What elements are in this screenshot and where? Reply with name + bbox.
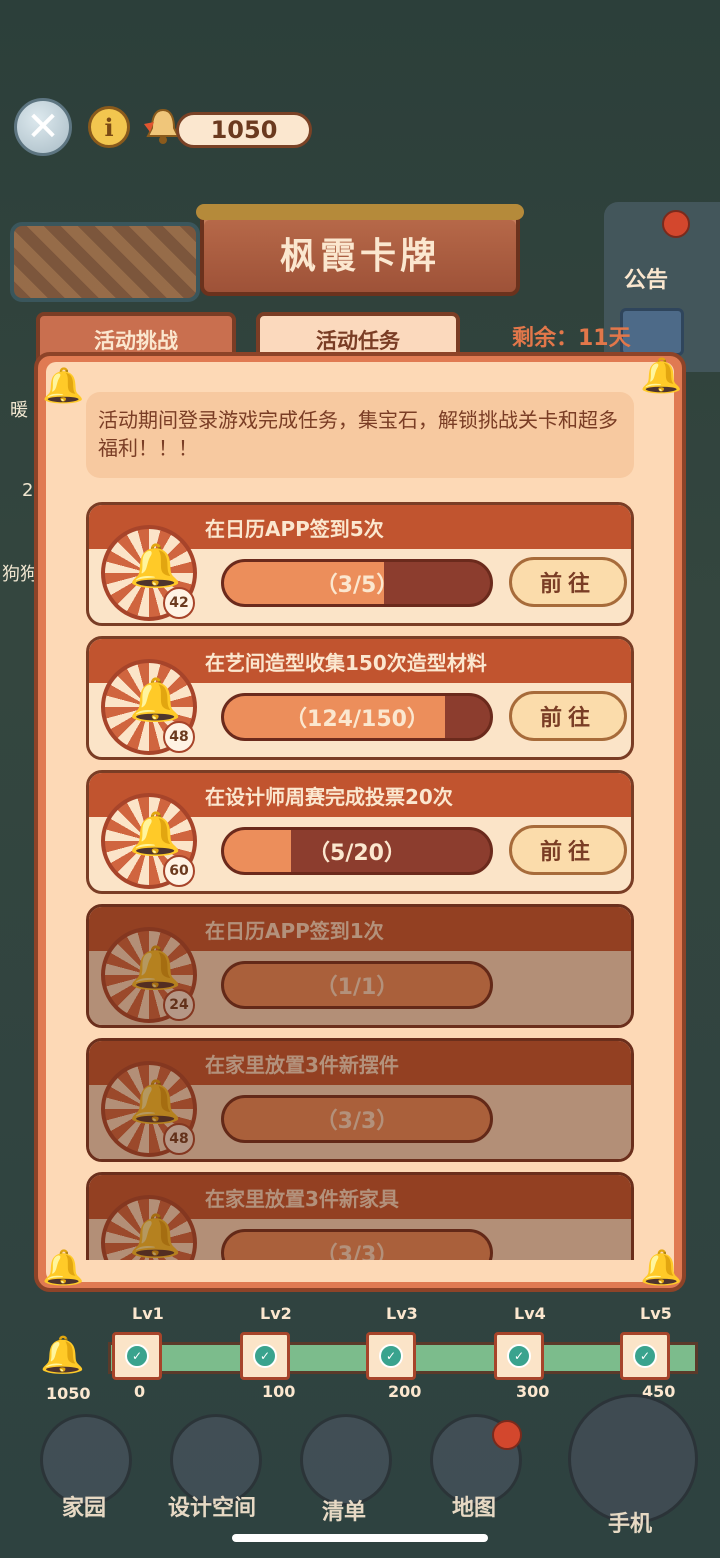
task-card: 在家里放置3件新家具 🔔 （3/3） <box>86 1172 634 1260</box>
home-indicator <box>232 1534 488 1542</box>
nav-home[interactable]: 家园 <box>62 1490 106 1522</box>
close-button[interactable]: ✕ <box>14 98 72 156</box>
close-icon: ✕ <box>26 104 60 150</box>
reward-count: 60 <box>163 855 195 887</box>
side-label-3: 狗狗 <box>2 564 38 585</box>
bell-corner-icon: 🔔 <box>640 356 683 396</box>
task-list[interactable]: 在日历APP签到5次 🔔 42 （3/5） 前往 在艺间造型收集150次造型材料… <box>46 494 674 1260</box>
progress-text: （3/5） <box>315 573 399 598</box>
task-progress-bar: （124/150） <box>221 693 493 741</box>
coin-counter: 1050 <box>176 112 312 148</box>
side-label-1: 暖 <box>10 400 28 421</box>
title-decoration <box>196 204 524 220</box>
info-icon: i <box>104 112 114 142</box>
check-icon: ✓ <box>253 1344 277 1368</box>
check-icon: ✓ <box>125 1344 149 1368</box>
level-threshold: 0 <box>134 1382 146 1401</box>
level-threshold: 200 <box>388 1382 422 1401</box>
task-card: 在艺间造型收集150次造型材料 🔔 48 （124/150） 前往 <box>86 636 634 760</box>
nav-map[interactable]: 地图 <box>452 1490 496 1522</box>
check-icon: ✓ <box>633 1344 657 1368</box>
level-label: Lv5 <box>640 1304 672 1323</box>
list-icon[interactable] <box>300 1414 392 1506</box>
level-reward-card[interactable]: ✓ <box>366 1332 416 1380</box>
completed-overlay <box>89 1175 631 1260</box>
notice-button[interactable]: 公告 <box>624 262 668 294</box>
go-button[interactable]: 前往 <box>509 691 627 741</box>
level-label: Lv3 <box>386 1304 418 1323</box>
level-label: Lv4 <box>514 1304 546 1323</box>
remaining-days: 剩余：11天 <box>512 326 631 351</box>
level-reward-card[interactable]: ✓ <box>240 1332 290 1380</box>
level-threshold: 100 <box>262 1382 296 1401</box>
check-icon: ✓ <box>379 1344 403 1368</box>
map-notification-badge <box>492 1420 522 1450</box>
task-card: 在日历APP签到1次 🔔 24 （1/1） <box>86 904 634 1028</box>
check-icon: ✓ <box>507 1344 531 1368</box>
task-title: 在设计师周赛完成投票20次 <box>205 785 453 809</box>
bell-icon: 🔔 <box>129 809 182 858</box>
event-description: 活动期间登录游戏完成任务，集宝石，解锁挑战关卡和超多福利！！！ <box>86 392 634 478</box>
completed-overlay <box>89 907 631 1025</box>
info-button[interactable]: i <box>88 106 130 148</box>
level-threshold: 300 <box>516 1382 550 1401</box>
progress-text: （5/20） <box>308 841 406 866</box>
go-button[interactable]: 前往 <box>509 825 627 875</box>
progress-text: （124/150） <box>285 707 429 732</box>
task-progress-bar: （5/20） <box>221 827 493 875</box>
bell-icon: 🔔 <box>129 541 182 590</box>
level-reward-card[interactable]: ✓ <box>112 1332 162 1380</box>
notice-badge <box>662 210 690 238</box>
task-card: 在家里放置3件新摆件 🔔 48 （3/3） <box>86 1038 634 1162</box>
level-label: Lv1 <box>132 1304 164 1323</box>
current-points: 1050 <box>46 1384 91 1403</box>
task-card: 在日历APP签到5次 🔔 42 （3/5） 前往 <box>86 502 634 626</box>
nav-phone[interactable]: 手机 <box>608 1506 652 1538</box>
level-reward-card[interactable]: ✓ <box>620 1332 670 1380</box>
phone-icon[interactable] <box>568 1394 698 1524</box>
event-banner-thumbnail[interactable] <box>10 222 200 302</box>
reward-count: 42 <box>163 587 195 619</box>
nav-list[interactable]: 清单 <box>322 1494 366 1526</box>
bell-corner-icon: 🔔 <box>42 366 85 406</box>
task-title: 在艺间造型收集150次造型材料 <box>205 651 487 675</box>
task-title: 在日历APP签到5次 <box>205 517 384 541</box>
bell-icon: 🔔 <box>129 675 182 724</box>
side-label-2: 2 <box>22 480 34 501</box>
task-progress-bar: （3/5） <box>221 559 493 607</box>
level-reward-card[interactable]: ✓ <box>494 1332 544 1380</box>
level-label: Lv2 <box>260 1304 292 1323</box>
maple-bell-icon: 🔔 <box>40 1335 85 1376</box>
reward-count: 48 <box>163 721 195 753</box>
completed-overlay <box>89 1041 631 1159</box>
task-card: 在设计师周赛完成投票20次 🔔 60 （5/20） 前往 <box>86 770 634 894</box>
nav-design-space[interactable]: 设计空间 <box>168 1490 256 1522</box>
page-title: 枫霞卡牌 <box>200 210 520 296</box>
go-button[interactable]: 前往 <box>509 557 627 607</box>
